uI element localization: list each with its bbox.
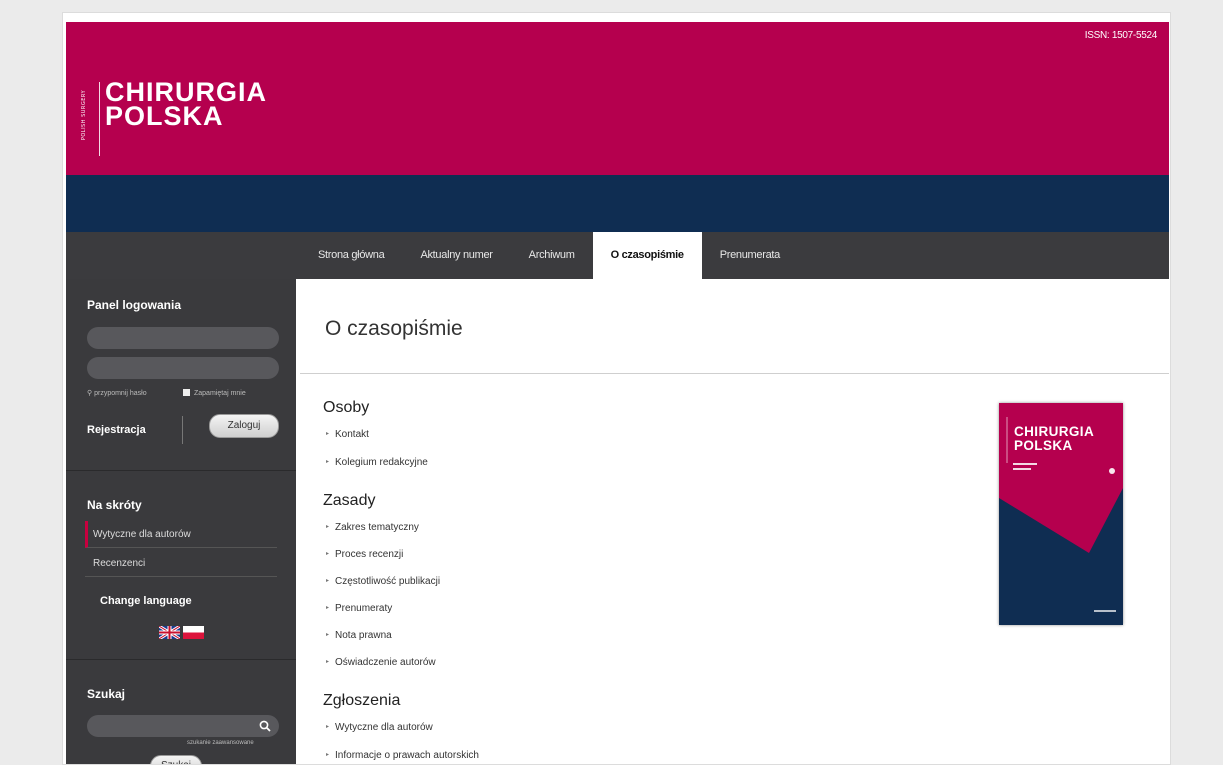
advanced-search-link[interactable]: szukanie zaawansowane: [187, 740, 254, 746]
link-nota-prawna[interactable]: Nota prawna: [326, 630, 392, 641]
remember-me-checkbox[interactable]: Zapamiętaj mnie: [183, 389, 246, 397]
search-input[interactable]: [87, 715, 279, 737]
nav-item-archiwum[interactable]: Archiwum: [511, 232, 593, 279]
password-field[interactable]: [87, 357, 279, 379]
logo-line2: POLSKA: [105, 101, 224, 131]
link-oswiadczenie-autorow[interactable]: Oświadczenie autorów: [326, 657, 436, 668]
nav-item-strona-glowna[interactable]: Strona główna: [300, 232, 402, 279]
link-kolegium-redakcyjne[interactable]: Kolegium redakcyjne: [326, 457, 428, 468]
search-icon[interactable]: [259, 720, 271, 732]
cover-title-line1: CHIRURGIA: [1014, 424, 1095, 439]
main-content: O czasopiśmie Osoby Kontakt Kolegium red…: [296, 279, 1169, 764]
nav-item-prenumerata[interactable]: Prenumerata: [702, 232, 798, 279]
section-heading-osoby: Osoby: [323, 399, 370, 416]
nav-item-aktualny-numer[interactable]: Aktualny numer: [402, 232, 510, 279]
journal-cover-image[interactable]: CHIRURGIA POLSKA: [999, 403, 1123, 625]
forgot-password-link[interactable]: ⚲ przypomnij hasło: [87, 389, 147, 397]
link-prawa-autorskie[interactable]: Informacje o prawach autorskich: [326, 750, 479, 761]
change-language-title: Change language: [100, 595, 192, 607]
logo-side-bar: POLISH SURGERY: [81, 82, 100, 156]
section-heading-zasady: Zasady: [323, 492, 376, 509]
login-panel-title: Panel logowania: [87, 298, 182, 312]
login-button[interactable]: Zaloguj: [209, 414, 279, 438]
title-divider: [300, 373, 1169, 374]
shortcut-recenzenci[interactable]: Recenzenci: [85, 550, 277, 577]
link-prenumeraty[interactable]: Prenumeraty: [326, 603, 392, 614]
register-link[interactable]: Rejestracja: [87, 424, 146, 436]
lock-icon: ⚲: [87, 390, 93, 397]
page-title: O czasopiśmie: [325, 317, 463, 340]
remember-me-label: Zapamiętaj mnie: [194, 390, 246, 397]
link-wytyczne-dla-autorow[interactable]: Wytyczne dla autorów: [326, 722, 433, 733]
flag-en-icon[interactable]: [158, 624, 181, 641]
link-czestotliwosc-publikacji[interactable]: Częstotliwość publikacji: [326, 576, 440, 587]
search-button[interactable]: Szukaj: [150, 755, 202, 764]
header-banner: ISSN: 1507-5524 POLISH SURGERY CHIRURGIA…: [66, 22, 1169, 175]
page-frame: ISSN: 1507-5524 POLISH SURGERY CHIRURGIA…: [62, 12, 1171, 765]
cover-title-line2: POLSKA: [1014, 438, 1073, 453]
issn-label: ISSN: 1507-5524: [1084, 30, 1158, 41]
shortcuts-title: Na skróty: [87, 498, 142, 512]
nav-item-o-czasopismie[interactable]: O czasopiśmie: [592, 232, 702, 279]
logo-side-text: POLISH SURGERY: [81, 89, 88, 141]
header-band: [66, 175, 1169, 232]
logo-text: CHIRURGIA POLSKA: [105, 79, 267, 131]
sidebar: Panel logowania ⚲ przypomnij hasło Zapam…: [66, 279, 296, 764]
cover-title: CHIRURGIA POLSKA: [1014, 425, 1094, 453]
link-kontakt[interactable]: Kontakt: [326, 429, 369, 440]
search-title: Szukaj: [87, 687, 126, 701]
main-nav: Strona główna Aktualny numer Archiwum O …: [66, 232, 1169, 279]
section-heading-zgloszenia: Zgłoszenia: [323, 692, 401, 709]
sidebar-divider-2: [66, 659, 296, 660]
sidebar-divider: [66, 470, 296, 471]
checkbox-icon: [183, 389, 190, 396]
link-proces-recenzji[interactable]: Proces recenzji: [326, 549, 403, 560]
shortcut-wytyczne[interactable]: Wytyczne dla autorów: [85, 521, 277, 548]
flag-pl-icon[interactable]: [183, 624, 204, 639]
link-zakres-tematyczny[interactable]: Zakres tematyczny: [326, 522, 419, 533]
username-field[interactable]: [87, 327, 279, 349]
login-divider: [182, 416, 183, 444]
forgot-password-label: przypomnij hasło: [94, 390, 147, 397]
